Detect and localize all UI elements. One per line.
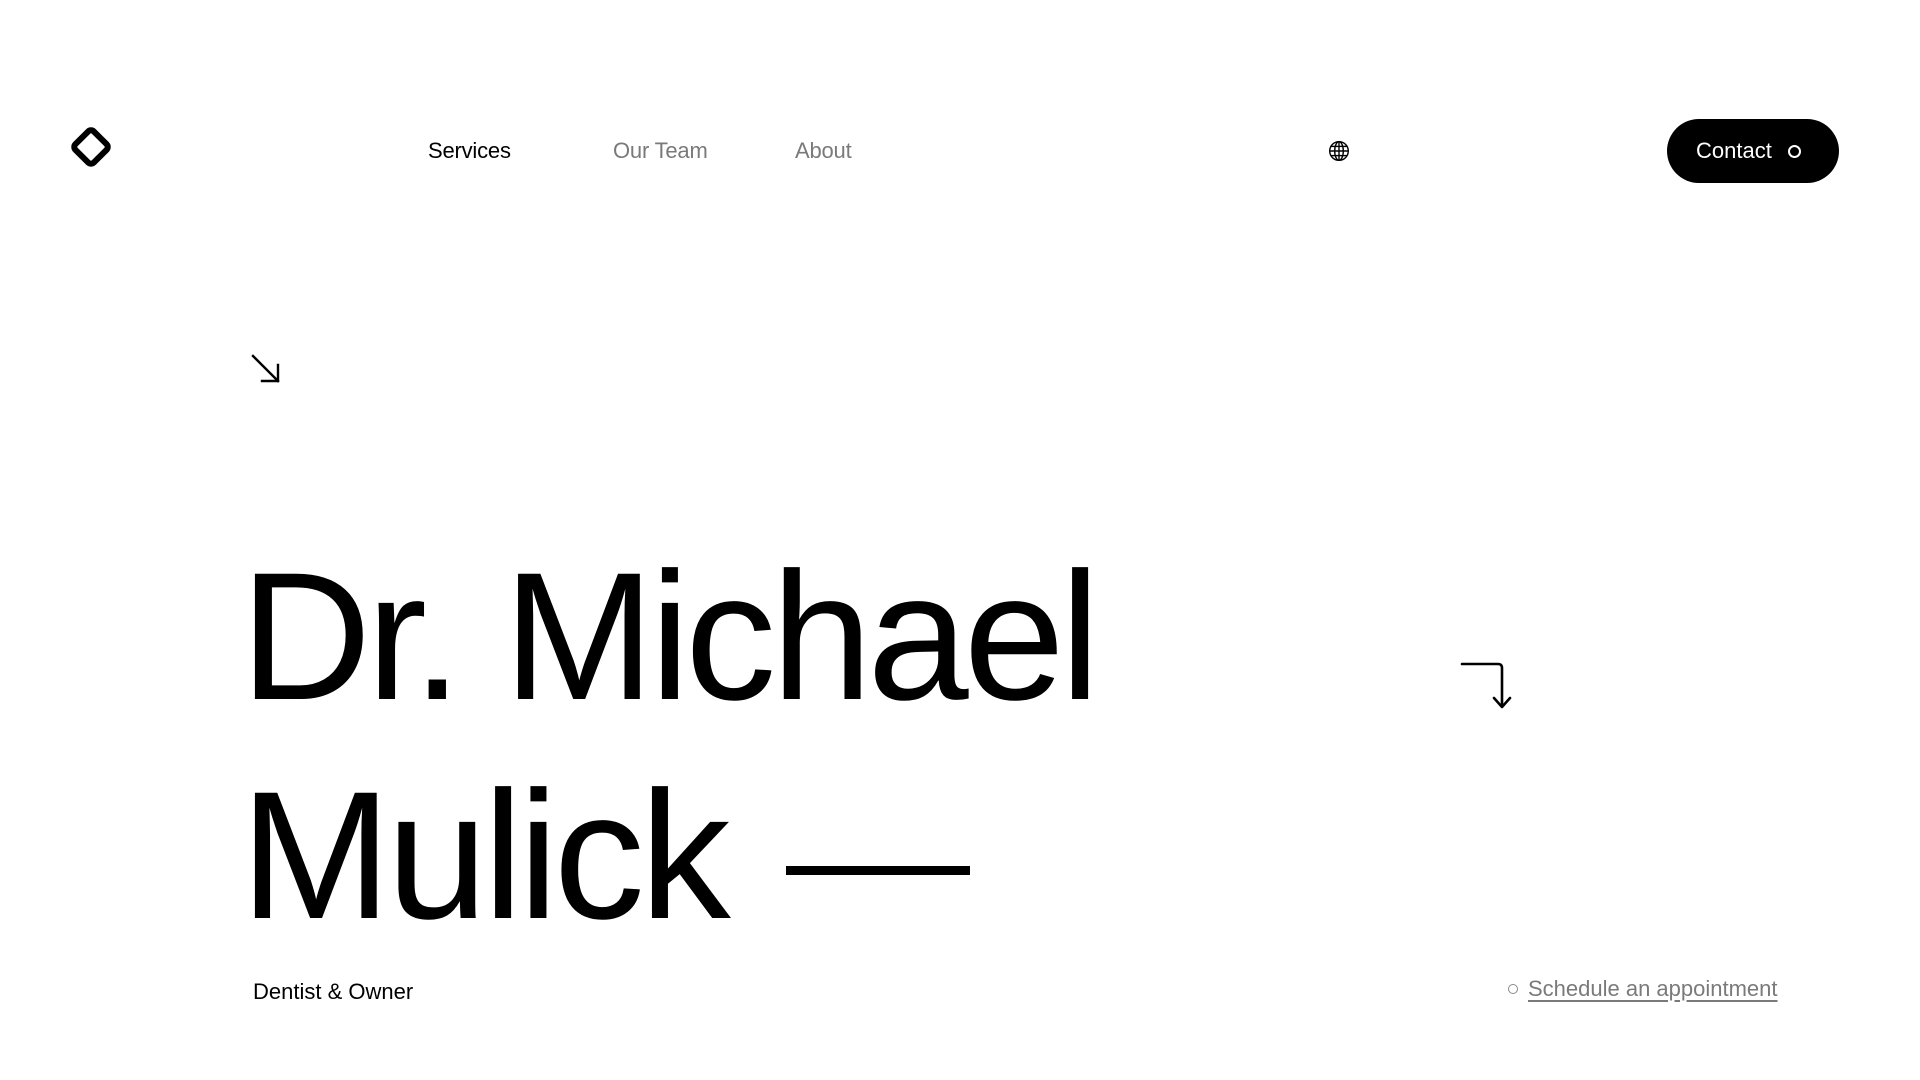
em-dash: [786, 866, 970, 875]
page: Services Our Team About Contact Dr. Mich…: [0, 0, 1920, 1080]
nav-item-our-team[interactable]: Our Team: [613, 138, 708, 164]
hero-title-line-1: Dr. Michael: [240, 534, 1100, 738]
circle-icon: [1508, 984, 1518, 994]
globe-icon[interactable]: [1328, 140, 1350, 162]
schedule-link-group: Schedule an appointment: [1508, 976, 1778, 1002]
arrow-turn-down-icon: [1460, 662, 1512, 709]
diamond-logo-icon[interactable]: [70, 126, 112, 168]
schedule-appointment-link[interactable]: Schedule an appointment: [1528, 976, 1778, 1002]
contact-button[interactable]: Contact: [1667, 119, 1839, 183]
circle-icon: [1788, 145, 1801, 158]
nav-item-about[interactable]: About: [795, 138, 852, 164]
contact-button-label: Contact: [1696, 138, 1772, 163]
nav-item-services[interactable]: Services: [428, 138, 511, 164]
doctor-role: Dentist & Owner: [253, 979, 414, 1004]
arrow-down-right-icon: [251, 354, 280, 383]
hero-title-line-2: Mulick: [240, 753, 731, 957]
